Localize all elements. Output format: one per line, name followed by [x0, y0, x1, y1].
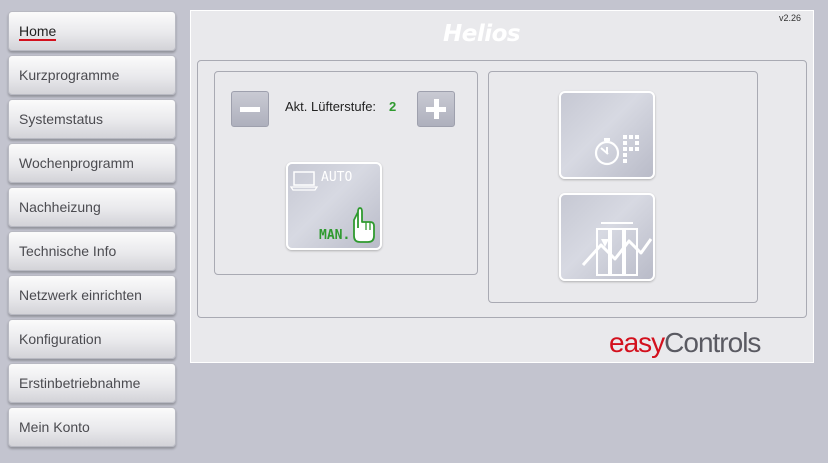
sidebar-item-erstinbetriebnahme[interactable]: Erstinbetriebnahme [8, 363, 176, 403]
sidebar-item-mein-konto[interactable]: Mein Konto [8, 407, 176, 447]
sidebar-item-label: Mein Konto [19, 419, 90, 435]
fan-level-label: Akt. Lüfterstufe: [285, 99, 377, 114]
sidebar-item-label: Wochenprogramm [19, 155, 134, 171]
control-area: Akt. Lüfterstufe: 2 AUTO MAN. [197, 60, 807, 318]
sidebar-item-home[interactable]: Home [8, 11, 176, 51]
sidebar-item-netzwerk[interactable]: Netzwerk einrichten [8, 275, 176, 315]
sidebar-item-technische-info[interactable]: Technische Info [8, 231, 176, 271]
chart-mode-tile[interactable] [559, 193, 655, 281]
version-label: v2.26 [778, 13, 801, 23]
sidebar-item-label: Home [19, 23, 57, 41]
sidebar-item-label: Konfiguration [19, 331, 102, 347]
sidebar-item-konfiguration[interactable]: Konfiguration [8, 319, 176, 359]
minus-icon [240, 107, 260, 112]
increase-fan-button[interactable] [417, 91, 455, 127]
sidebar-nav: Home Kurzprogramme Systemstatus Wochenpr… [0, 0, 190, 463]
stopwatch-party-icon [594, 135, 639, 166]
fan-level-value: 2 [389, 99, 397, 114]
program-panel [488, 71, 758, 303]
decrease-fan-button[interactable] [231, 91, 269, 127]
chart-mode-icon [581, 222, 653, 276]
brand-logo: Helios [443, 21, 521, 47]
sidebar-item-wochenprogramm[interactable]: Wochenprogramm [8, 143, 176, 183]
sidebar-item-label: Systemstatus [19, 111, 104, 127]
sidebar-item-label: Erstinbetriebnahme [19, 375, 141, 391]
party-timer-tile[interactable] [559, 91, 655, 179]
sidebar-item-label: Nachheizung [19, 199, 101, 215]
sidebar-item-label: Kurzprogramme [19, 67, 120, 83]
sidebar-item-label: Technische Info [19, 243, 117, 259]
sidebar-item-systemstatus[interactable]: Systemstatus [8, 99, 176, 139]
sidebar-item-label: Netzwerk einrichten [19, 287, 142, 303]
fan-control-panel: Akt. Lüfterstufe: 2 AUTO MAN. [214, 71, 478, 275]
mode-toggle-tile[interactable]: AUTO MAN. [286, 162, 382, 250]
main-panel: v2.26 Helios Akt. Lüfterstufe: 2 AUTO MA… [190, 10, 814, 363]
hand-pointer-icon [353, 207, 375, 243]
easycontrols-logo: easyControls [609, 327, 761, 358]
sidebar-item-nachheizung[interactable]: Nachheizung [8, 187, 176, 227]
sidebar-item-kurzprogramme[interactable]: Kurzprogramme [8, 55, 176, 95]
